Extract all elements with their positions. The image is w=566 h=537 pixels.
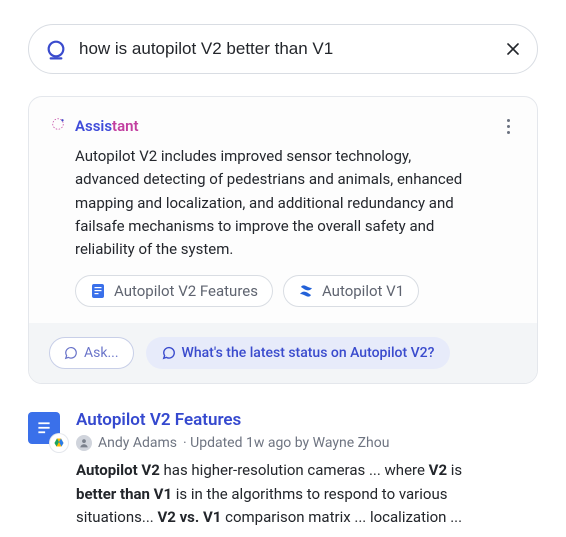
reference-chip-confluence[interactable]: Autopilot V1 [283,275,419,307]
result-author: Andy Adams [98,435,177,451]
reference-chip-label: Autopilot V1 [322,282,404,300]
result-meta: Andy Adams · Updated 1w ago by Wayne Zho… [76,435,496,451]
ask-button[interactable]: Ask... [49,337,134,369]
assistant-header: Assistant [49,115,517,137]
search-input[interactable] [79,39,493,59]
result-title-link[interactable]: Autopilot V2 Features [76,410,241,430]
result-meta-rest: · Updated 1w ago by Wayne Zhou [183,435,389,451]
assistant-title: Assistant [75,117,139,135]
assistant-reference-chips: Autopilot V2 Features Autopilot V1 [49,275,517,307]
glean-logo-icon [45,38,67,60]
suggested-question-label: What's the latest status on Autopilot V2… [182,345,435,361]
result-source-icon [28,412,62,446]
assistant-answer-text: Autopilot V2 includes improved sensor te… [49,145,479,261]
result-snippet: Autopilot V2 has higher-resolution camer… [76,459,496,529]
search-result: Autopilot V2 Features Andy Adams · Updat… [28,410,538,529]
assistant-card: Assistant Autopilot V2 includes improved… [28,96,538,384]
reference-chip-doc[interactable]: Autopilot V2 Features [75,275,273,307]
assistant-footer: Ask... What's the latest status on Autop… [29,323,537,383]
author-avatar-icon [76,435,92,451]
ask-button-label: Ask... [84,345,119,361]
assistant-sparkle-icon [49,115,67,137]
assistant-more-menu-icon[interactable] [499,119,517,134]
result-body: Autopilot V2 Features Andy Adams · Updat… [76,410,496,529]
google-drive-badge-icon [50,434,68,452]
search-bar [28,24,538,74]
clear-search-icon[interactable] [505,41,521,57]
reference-chip-label: Autopilot V2 Features [114,282,258,300]
suggested-question-chip[interactable]: What's the latest status on Autopilot V2… [146,337,451,369]
